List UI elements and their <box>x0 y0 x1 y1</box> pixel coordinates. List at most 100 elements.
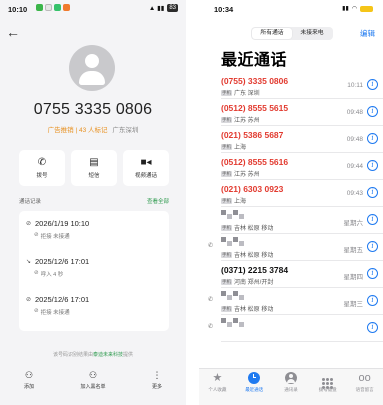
call-row[interactable]: (0755) 3335 0806 手机 广东 深圳 10:11 i <box>199 72 383 99</box>
voicemail-icon: oo <box>358 372 371 384</box>
call-time: 星期三 <box>343 301 364 308</box>
dial-label: 拨号 <box>36 173 48 179</box>
call-row[interactable]: (0512) 8555 5616 手机 江苏 苏州 09:44 i <box>199 153 383 180</box>
tab-label: 拨号键盘 <box>318 387 337 392</box>
page-title: 最近通话 <box>221 52 288 69</box>
call-row[interactable]: ✆ i <box>199 315 383 342</box>
phone-icon: ✆ <box>37 157 47 168</box>
blocked-icon: ⊘ <box>26 221 32 227</box>
action-row: ✆ 拨号 ▤ 短信 ■◂ 视频通话 <box>19 150 169 186</box>
sms-button[interactable]: ▤ 短信 <box>71 150 117 186</box>
info-icon[interactable]: i <box>367 214 378 225</box>
info-icon[interactable]: i <box>367 187 378 198</box>
call-location: 广东 深圳 <box>234 91 260 97</box>
blacklist-label: 加入黑名单 <box>80 384 106 390</box>
avatar-body <box>79 71 105 85</box>
avatar-head <box>85 54 99 68</box>
call-subtitle: 手机 吉林 松原 移动 <box>221 223 273 232</box>
record-date: 2026/1/19 10:10 <box>35 219 90 228</box>
blacklist-button[interactable]: ⚇ 加入黑名单 <box>72 370 114 400</box>
call-record[interactable]: ⊘ 2025/12/6 17:01 ⊘ 拒接 未接通 <box>19 289 169 323</box>
info-icon[interactable]: i <box>367 241 378 252</box>
status-bar: 10:10 ▲ ▮▮ 83 <box>0 0 186 18</box>
status-time: 10:34 <box>214 5 234 14</box>
tab-recents[interactable]: 最近通话 <box>237 372 271 405</box>
call-location: 上海 <box>234 145 247 151</box>
system-icons: ▲ ▮▮ 83 <box>149 4 178 12</box>
call-row[interactable]: ✆ 手机 吉林 松原 移动 星期五 i <box>199 234 383 261</box>
call-location: 吉林 松原 移动 <box>234 307 274 313</box>
video-icon: ■◂ <box>140 157 152 168</box>
add-contact-label: 添加 <box>23 384 34 390</box>
provider-link[interactable]: 泰迪未来科技 <box>93 352 123 358</box>
recent-calls-list: (0755) 3335 0806 手机 广东 深圳 10:11 i (0512) 8555… <box>199 72 383 368</box>
call-number: (021) 5386 5687 <box>221 130 284 140</box>
call-location: 吉林 松原 移动 <box>234 226 274 232</box>
record-date: 2025/12/6 17:01 <box>35 257 90 266</box>
segment-all-calls[interactable]: 所有通话 <box>252 28 292 39</box>
provider-note: 该号码识别结果由泰迪未来科技提供 <box>0 351 186 358</box>
call-time: 09:48 <box>346 136 363 143</box>
redacted-name <box>221 237 244 247</box>
tab-keypad[interactable]: 拨号键盘 <box>311 372 345 405</box>
outgoing-call-icon: ✆ <box>208 243 214 249</box>
caller-tag-line: 广告推销 | 43 人标记 广东深圳 <box>0 124 186 134</box>
info-icon[interactable]: i <box>367 160 378 171</box>
block-user-icon: ⚇ <box>88 370 98 380</box>
tab-voicemail[interactable]: oo 语音留言 <box>348 372 382 405</box>
records-title: 通话记录 <box>19 199 42 205</box>
call-row[interactable]: ✆ 手机 吉林 松原 移动 星期三 i <box>199 288 383 315</box>
redacted-name <box>221 210 244 220</box>
view-all-link[interactable]: 查看全部 <box>147 197 169 205</box>
call-time: 星期四 <box>343 274 364 281</box>
status-bar: 10:34 ▮▮ ◠ <box>199 0 383 18</box>
segment-missed-calls[interactable]: 未接来电 <box>292 28 332 39</box>
avatar <box>69 45 115 91</box>
provider-prefix: 该号码识别结果由 <box>52 352 93 358</box>
android-caller-detail: 10:10 ▲ ▮▮ 83 ← 0755 3335 0806 广告推销 | 43… <box>0 0 186 405</box>
more-button[interactable]: ⋮ 更多 <box>136 370 178 400</box>
call-number: (0371) 2215 3784 <box>221 265 289 275</box>
call-record[interactable]: ⊘ 2026/1/19 10:10 ⊘ 拒接 未接通 <box>19 213 169 247</box>
add-contact-icon: ⚇ <box>24 370 34 380</box>
caller-location: 广东深圳 <box>112 127 139 134</box>
dial-button[interactable]: ✆ 拨号 <box>19 150 65 186</box>
call-row[interactable]: (0512) 8555 5615 手机 江苏 苏州 09:48 i <box>199 99 383 126</box>
star-icon: ★ <box>212 372 223 384</box>
call-row[interactable]: (0371) 2215 3784 手机 河南 郑州/开封 星期四 i <box>199 261 383 288</box>
phone-badge: 手机 <box>221 224 232 231</box>
signal-icon: ▮▮ <box>342 6 349 12</box>
call-row[interactable]: (021) 5386 5687 手机 上海 09:48 i <box>199 126 383 153</box>
call-time: 10:11 <box>347 82 363 89</box>
back-arrow-icon[interactable]: ← <box>6 24 22 40</box>
call-time: 星期五 <box>343 247 364 254</box>
add-contact-button[interactable]: ⚇ 添加 <box>8 370 50 400</box>
edit-button[interactable]: 编辑 <box>360 28 375 39</box>
call-row[interactable]: (021) 6303 0923 手机 上海 09:43 i <box>199 180 383 207</box>
phone-badge: 手机 <box>221 89 232 96</box>
phone-badge: 手机 <box>221 305 232 312</box>
wifi-icon: ◠ <box>351 6 357 12</box>
call-row[interactable]: 手机 吉林 松原 移动 星期六 i <box>199 207 383 234</box>
provider-suffix: 提供 <box>123 352 134 358</box>
info-icon[interactable]: i <box>367 133 378 144</box>
tab-contacts[interactable]: 通讯录 <box>274 372 308 405</box>
system-icons: ▮▮ ◠ <box>342 5 373 12</box>
app-notification-icon <box>45 4 52 11</box>
info-icon[interactable]: i <box>367 106 378 117</box>
app-notification-icon <box>63 4 70 11</box>
signal-icon: ▲ ▮▮ <box>148 5 165 12</box>
row-divider <box>221 341 383 342</box>
info-icon[interactable]: i <box>367 79 378 90</box>
info-icon[interactable]: i <box>367 268 378 279</box>
redacted-name <box>221 318 244 328</box>
reject-icon: ⊘ <box>34 308 39 314</box>
tab-favorites[interactable]: ★ 个人收藏 <box>200 372 234 405</box>
call-record[interactable]: ↘ 2025/12/6 17:01 ⊘ 呼入 4 秒 <box>19 251 169 285</box>
call-subtitle: 手机 广东 深圳 <box>221 88 260 97</box>
call-subtitle: 手机 江苏 苏州 <box>221 169 260 178</box>
info-icon[interactable]: i <box>367 295 378 306</box>
reject-icon: ⊘ <box>34 232 39 238</box>
video-call-button[interactable]: ■◂ 视频通话 <box>123 150 169 186</box>
info-icon[interactable]: i <box>367 322 378 333</box>
